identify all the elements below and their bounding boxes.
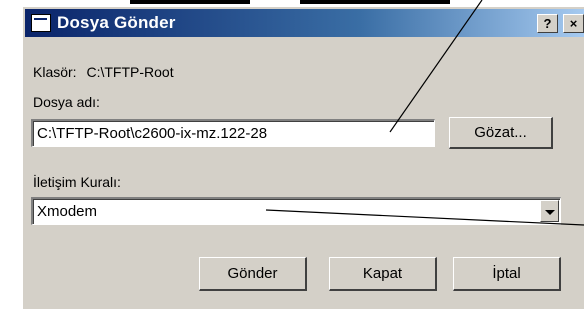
protocol-select[interactable]: Xmodem <box>31 197 561 225</box>
filename-input[interactable]: C:\TFTP-Root\c2600-ix-mz.122-28 <box>31 119 435 147</box>
folder-row: Klasör: C:\TFTP-Root <box>33 64 174 80</box>
chevron-down-icon[interactable] <box>540 200 559 222</box>
close-button[interactable]: Kapat <box>329 257 437 291</box>
help-button[interactable]: ? <box>537 14 558 33</box>
browse-button[interactable]: Gözat... <box>449 117 553 149</box>
folder-value: C:\TFTP-Root <box>86 64 174 80</box>
window-icon <box>31 14 51 32</box>
protocol-value: Xmodem <box>37 203 98 220</box>
close-window-button[interactable]: × <box>563 14 584 33</box>
window-title: Dosya Gönder <box>57 13 176 32</box>
cancel-button[interactable]: İptal <box>453 257 561 291</box>
send-file-dialog: Dosya Gönder ? × Klasör: C:\TFTP-Root Do… <box>22 6 584 309</box>
send-button[interactable]: Gönder <box>199 257 307 291</box>
protocol-label: İletişim Kuralı: <box>33 174 121 190</box>
title-bar[interactable]: Dosya Gönder ? × <box>25 9 584 37</box>
folder-label: Klasör: <box>33 64 77 80</box>
filename-label: Dosya adı: <box>33 94 100 110</box>
